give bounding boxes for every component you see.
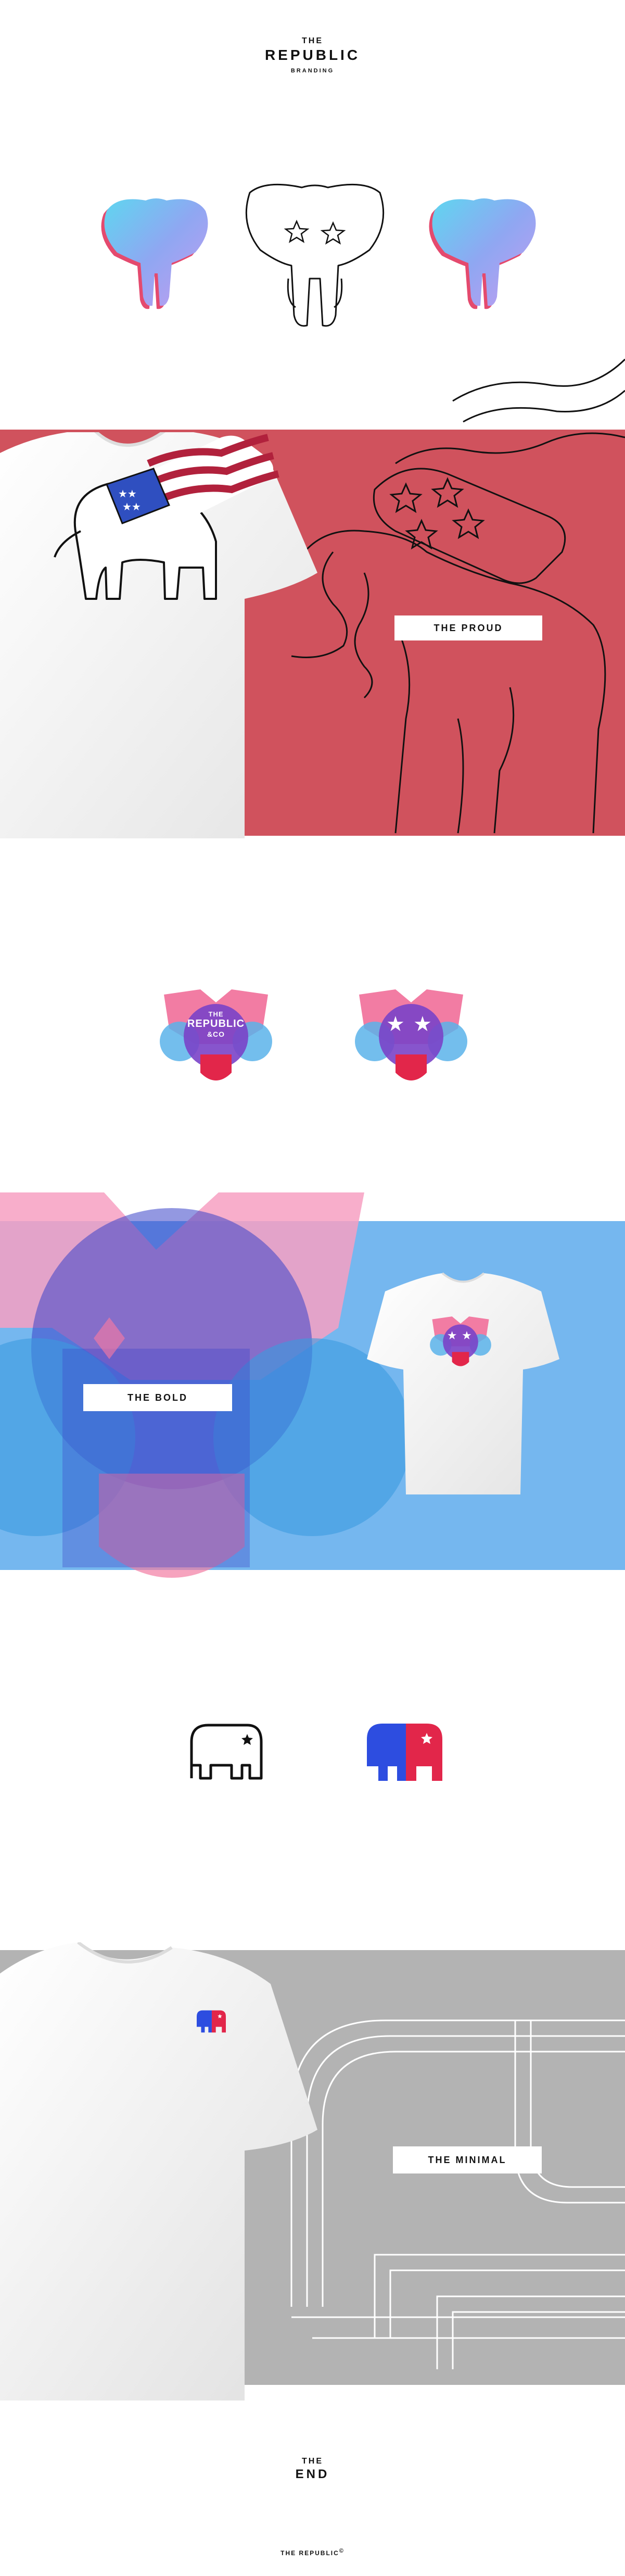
svg-text:★: ★ (413, 1013, 432, 1036)
footer-signature: THE REPUBLIC© (0, 2548, 625, 2557)
bold-label: THE BOLD (83, 1384, 232, 1411)
elephant-minimal-color-icon (197, 2010, 226, 2033)
footer-end: THE END (0, 2457, 625, 2482)
svg-text:★★: ★★ (122, 501, 141, 513)
elephant-minimal-color-icon (367, 1724, 442, 1781)
copyright-icon: © (339, 2548, 345, 2554)
header-branding: BRANDING (290, 68, 335, 74)
elephant-head-outline-icon (234, 177, 396, 333)
svg-text:★: ★ (447, 1329, 457, 1342)
footer-end-text: END (295, 2467, 330, 2481)
brand-header: THE REPUBLIC BRANDING (0, 36, 625, 74)
tshirt-mockup (364, 1271, 562, 1500)
proud-label: THE PROUD (394, 615, 542, 640)
svg-text:★: ★ (462, 1329, 472, 1342)
elephant-badge-icon: ★ ★ (429, 1315, 492, 1372)
footer-signature-text: THE REPUBLIC (280, 2549, 339, 2557)
bold-section: ★ ★ THE BOLD (0, 1192, 625, 1609)
minimal-section: THE MINIMAL (0, 1942, 625, 2401)
footer-the: THE (302, 2457, 323, 2466)
header-the: THE (302, 36, 323, 45)
badge-co: &CO (207, 1030, 225, 1038)
badge-republic: REPUBLIC (187, 1018, 245, 1029)
tshirt-mockup (0, 1942, 323, 2401)
badge-the: THE (208, 1010, 224, 1018)
elephant-minimal-outline-icon (187, 1721, 265, 1781)
elephant-badge-icon: ★ ★ (354, 987, 468, 1091)
badge-logo-text: THE REPUBLIC &CO (159, 987, 273, 1091)
elephant-head-gradient-icon (424, 195, 544, 312)
svg-text:★: ★ (386, 1013, 405, 1036)
elephant-flag-icon: ★★ ★★ (49, 427, 294, 614)
elephant-head-gradient-icon (96, 195, 216, 312)
proud-section: ★★ ★★ THE PROUD (0, 354, 625, 859)
svg-text:★★: ★★ (118, 488, 137, 500)
header-republic: REPUBLIC (264, 47, 361, 63)
minimal-label: THE MINIMAL (393, 2146, 542, 2173)
